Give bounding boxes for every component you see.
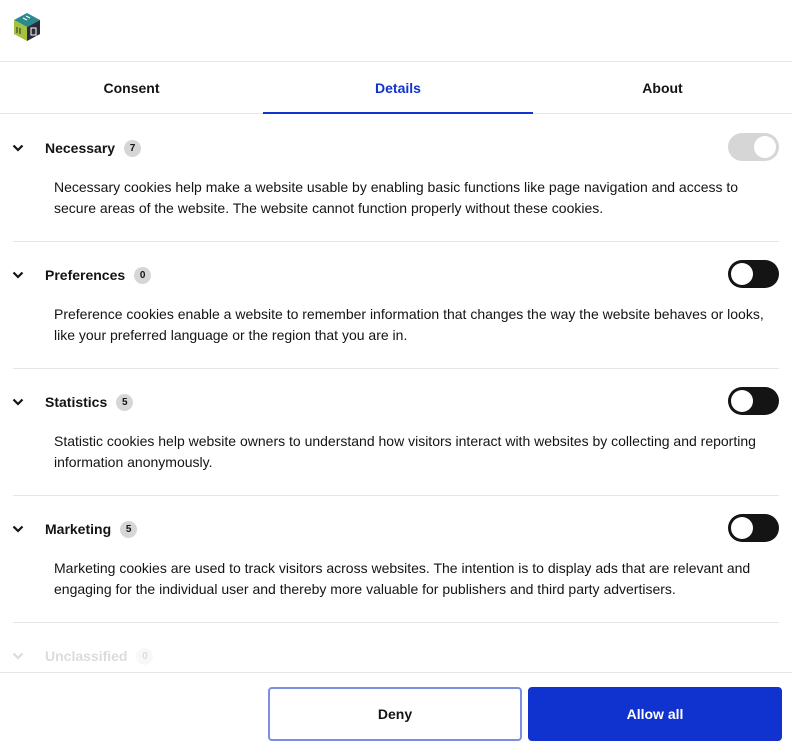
section-header[interactable]: Statistics 5 — [12, 387, 779, 417]
section-statistics: Statistics 5 Statistic cookies help webs… — [12, 369, 779, 496]
tab-about[interactable]: About — [533, 62, 792, 113]
footer: Deny Allow all — [0, 672, 792, 756]
toggle-knob — [731, 390, 753, 412]
chevron-down-icon[interactable] — [12, 142, 24, 154]
deny-button[interactable]: Deny — [268, 687, 522, 741]
chevron-down-icon[interactable] — [12, 396, 24, 408]
necessary-toggle[interactable] — [728, 133, 779, 161]
statistics-toggle[interactable] — [728, 387, 779, 415]
chevron-down-icon[interactable] — [12, 523, 24, 535]
tab-details[interactable]: Details — [263, 62, 533, 114]
cookie-count-badge: 5 — [116, 393, 134, 411]
chevron-down-icon[interactable] — [12, 650, 24, 662]
section-header[interactable]: Preferences 0 — [12, 260, 779, 290]
allow-all-button[interactable]: Allow all — [528, 687, 782, 741]
cube-logo-icon — [13, 12, 41, 42]
tab-consent[interactable]: Consent — [0, 62, 263, 113]
section-preferences: Preferences 0 Preference cookies enable … — [12, 242, 779, 369]
section-header[interactable]: Marketing 5 — [12, 514, 779, 544]
chevron-down-icon[interactable] — [12, 269, 24, 281]
section-header[interactable]: Necessary 7 — [12, 133, 779, 163]
section-description: Preference cookies enable a website to r… — [54, 306, 764, 343]
section-title: Statistics — [45, 394, 108, 410]
preferences-toggle[interactable] — [728, 260, 779, 288]
details-panel[interactable]: Necessary 7 Necessary cookies help make … — [0, 115, 792, 672]
section-title: Necessary — [45, 140, 116, 156]
section-description: Necessary cookies help make a website us… — [54, 179, 739, 216]
cookie-count-badge: 7 — [124, 139, 142, 157]
section-title: Unclassified — [45, 648, 128, 664]
cookie-count-badge: 0 — [136, 647, 154, 665]
section-marketing: Marketing 5 Marketing cookies are used t… — [12, 496, 779, 623]
toggle-knob — [731, 517, 753, 539]
toggle-knob — [754, 136, 776, 158]
marketing-toggle[interactable] — [728, 514, 779, 542]
cookie-count-badge: 0 — [134, 266, 152, 284]
header — [0, 0, 792, 62]
section-title: Preferences — [45, 267, 126, 283]
section-description: Statistic cookies help website owners to… — [54, 433, 756, 470]
section-description: Marketing cookies are used to track visi… — [54, 560, 751, 597]
section-title: Marketing — [45, 521, 112, 537]
section-necessary: Necessary 7 Necessary cookies help make … — [12, 115, 779, 242]
section-unclassified: Unclassified 0 — [12, 623, 779, 672]
toggle-knob — [731, 263, 753, 285]
cookie-count-badge: 5 — [120, 520, 138, 538]
tab-bar: Consent Details About — [0, 62, 792, 114]
section-header[interactable]: Unclassified 0 — [12, 641, 779, 671]
